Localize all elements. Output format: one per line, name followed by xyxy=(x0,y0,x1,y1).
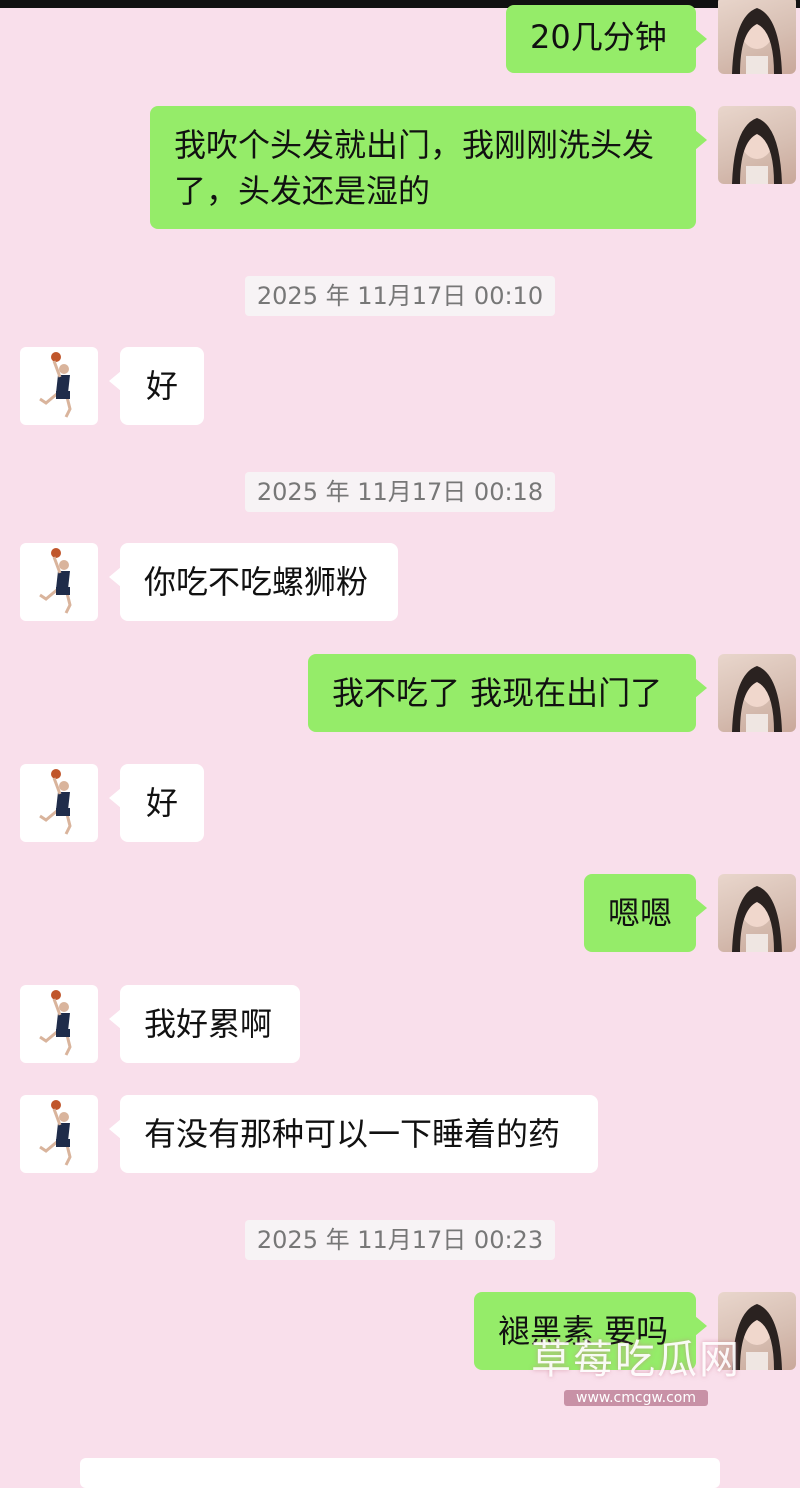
user-avatar[interactable] xyxy=(718,654,796,732)
timestamp-label: 2025 年 11月17日 00:18 xyxy=(244,472,556,512)
user-avatar[interactable] xyxy=(718,874,796,952)
message-input-area[interactable] xyxy=(80,1458,720,1488)
basketball-player-icon xyxy=(39,548,72,614)
female-portrait-icon xyxy=(732,118,782,184)
contact-avatar[interactable] xyxy=(20,985,98,1063)
chat-bubble-received[interactable]: 好 xyxy=(109,764,204,842)
female-portrait-icon xyxy=(732,1304,782,1370)
contact-avatar[interactable] xyxy=(20,764,98,842)
user-avatar[interactable] xyxy=(718,0,796,74)
female-portrait-icon xyxy=(732,666,782,732)
basketball-player-icon xyxy=(39,352,72,418)
basketball-player-icon xyxy=(39,769,72,835)
timestamp: 2025 年 11月17日 00:18 xyxy=(0,472,800,512)
chat-bubble-sent[interactable]: 嗯嗯 xyxy=(584,874,707,952)
user-avatar[interactable] xyxy=(718,106,796,184)
watermark-url: www.cmcgw.com xyxy=(564,1390,708,1406)
contact-avatar[interactable] xyxy=(20,347,98,425)
chat-bubble-sent[interactable]: 我不吃了 我现在出门了 xyxy=(308,654,707,732)
chat-bubble-received[interactable]: 好 xyxy=(109,347,204,425)
user-avatar[interactable] xyxy=(718,1292,796,1370)
timestamp-label: 2025 年 11月17日 00:10 xyxy=(244,276,556,316)
chat-bubble-sent[interactable]: 我吹个头发就出门，我刚刚洗头发了，头发还是湿的 xyxy=(150,106,707,229)
timestamp-label: 2025 年 11月17日 00:23 xyxy=(244,1220,556,1260)
chat-bubble-sent[interactable]: 20几分钟 xyxy=(506,5,707,73)
female-portrait-icon xyxy=(732,8,782,74)
basketball-player-icon xyxy=(39,1100,72,1166)
contact-avatar[interactable] xyxy=(20,1095,98,1173)
chat-bubble-received[interactable]: 你吃不吃螺狮粉 xyxy=(109,543,398,621)
timestamp: 2025 年 11月17日 00:10 xyxy=(0,276,800,316)
contact-avatar[interactable] xyxy=(20,543,98,621)
timestamp: 2025 年 11月17日 00:23 xyxy=(0,1220,800,1260)
chat-bubble-sent[interactable]: 褪黑素 要吗 xyxy=(474,1292,707,1370)
chat-bubble-received[interactable]: 我好累啊 xyxy=(109,985,300,1063)
female-portrait-icon xyxy=(732,886,782,952)
chat-bubble-received[interactable]: 有没有那种可以一下睡着的药 xyxy=(109,1095,598,1173)
basketball-player-icon xyxy=(39,990,72,1056)
